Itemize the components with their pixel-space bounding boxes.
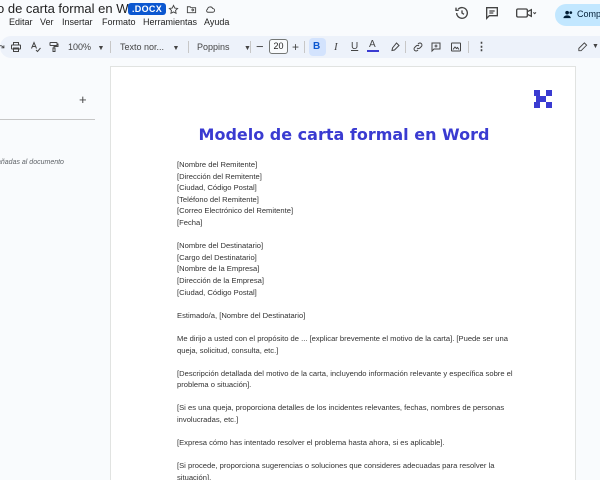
- menu-editar[interactable]: Editar: [9, 17, 33, 27]
- body-paragraph: [Si procede, proporciona sugerencias o s…: [177, 461, 495, 480]
- document-title[interactable]: o de carta formal en Word: [0, 1, 147, 16]
- italic-icon[interactable]: I: [334, 40, 338, 54]
- text-color-icon[interactable]: A: [367, 40, 379, 54]
- increase-font-size-icon[interactable]: +: [292, 40, 299, 54]
- body-paragraph: [Descripción detallada del motivo de la …: [177, 368, 513, 390]
- outline-hint-line: añadas al documento: [0, 159, 64, 166]
- toolbar-divider: [250, 41, 251, 53]
- menu-ayuda[interactable]: Ayuda: [204, 17, 229, 27]
- paint-format-icon[interactable]: [48, 40, 60, 54]
- zoom-dropdown-icon: ▼: [97, 45, 105, 52]
- font-size-input[interactable]: 20: [269, 39, 288, 54]
- greeting-line: Estimado/a, [Nombre del Destinatario]: [177, 310, 306, 320]
- move-folder-icon[interactable]: [186, 2, 200, 16]
- sender-line: [Fecha]: [177, 217, 203, 227]
- version-history-icon[interactable]: [454, 5, 470, 21]
- brand-logo: [534, 90, 552, 108]
- underline-icon[interactable]: U: [351, 40, 358, 54]
- redo-icon[interactable]: [0, 40, 6, 54]
- toolbar-divider: [110, 41, 111, 53]
- meet-video-icon[interactable]: [515, 5, 537, 21]
- document-body: [Nombre del Remitente] [Dirección del Re…: [177, 159, 517, 480]
- print-icon[interactable]: [10, 40, 22, 54]
- sender-line: [Dirección del Remitente]: [177, 171, 262, 181]
- more-options-icon[interactable]: ⋮: [476, 40, 487, 54]
- menu-herramientas[interactable]: Herramientas: [143, 17, 197, 27]
- recipient-line: [Cargo del Destinatario]: [177, 252, 257, 262]
- add-comment-icon[interactable]: [430, 40, 442, 54]
- spellcheck-icon[interactable]: [30, 40, 42, 54]
- insert-image-icon[interactable]: [450, 40, 462, 54]
- document-heading: Modelo de carta formal en Word: [198, 125, 490, 144]
- toolbar-divider: [304, 41, 305, 53]
- outline-hint-text: añadas al documento í: [0, 157, 64, 179]
- toolbar-divider: [405, 41, 406, 53]
- add-tab-icon[interactable]: +: [79, 93, 89, 106]
- recipient-line: [Nombre de la Empresa]: [177, 264, 260, 274]
- font-family-select[interactable]: Poppins ▼: [197, 40, 251, 54]
- title-bar: o de carta formal en Word .DOCX Editar V…: [0, 0, 600, 33]
- editing-mode-icon[interactable]: [577, 40, 588, 54]
- toolbar-divider: [468, 41, 469, 53]
- body-paragraph: [Si es una queja, proporciona detalles d…: [177, 403, 505, 425]
- style-dropdown-icon: ▼: [172, 45, 180, 52]
- sender-line: [Teléfono del Remitente]: [177, 194, 259, 204]
- font-family-value: Poppins: [197, 42, 230, 52]
- menu-formato[interactable]: Formato: [102, 17, 136, 27]
- decrease-font-size-icon[interactable]: −: [256, 40, 264, 54]
- cloud-saved-icon[interactable]: [204, 2, 218, 16]
- zoom-select[interactable]: 100% ▼: [68, 40, 104, 54]
- editing-mode-dropdown-icon[interactable]: ▼: [592, 40, 599, 54]
- insert-link-icon[interactable]: [412, 40, 424, 54]
- formatting-toolbar: 100% ▼ Texto nor... ▼ Poppins ▼ − 20 + B…: [0, 36, 600, 58]
- bold-icon[interactable]: B: [313, 40, 320, 54]
- paragraph-style-value: Texto nor...: [120, 42, 165, 52]
- document-page[interactable]: Modelo de carta formal en Word [Nombre d…: [110, 66, 576, 480]
- body-paragraph: [Expresa cómo has intentado resolver el …: [177, 438, 445, 448]
- comments-icon[interactable]: [484, 5, 500, 21]
- menu-ver[interactable]: Ver: [40, 17, 54, 27]
- toolbar-divider: [188, 41, 189, 53]
- recipient-line: [Ciudad, Código Postal]: [177, 287, 257, 297]
- menu-insertar[interactable]: Insertar: [62, 17, 93, 27]
- docs-editor-window: o de carta formal en Word .DOCX Editar V…: [0, 0, 600, 480]
- recipient-line: [Nombre del Destinatario]: [177, 241, 264, 251]
- file-type-badge: .DOCX: [128, 3, 167, 15]
- share-button-label: Comp: [577, 9, 600, 19]
- share-button[interactable]: Comp: [555, 4, 600, 26]
- sender-line: [Ciudad, Código Postal]: [177, 183, 257, 193]
- paragraph-style-select[interactable]: Texto nor... ▼: [120, 40, 179, 54]
- sender-line: [Correo Electrónico del Remitente]: [177, 206, 294, 216]
- sender-line: [Nombre del Remitente]: [177, 160, 258, 169]
- recipient-line: [Dirección de la Empresa]: [177, 275, 264, 285]
- body-paragraph: Me dirijo a usted con el propósito de ..…: [177, 333, 508, 355]
- zoom-value: 100%: [68, 42, 92, 52]
- highlight-color-icon[interactable]: [389, 40, 401, 54]
- outline-hint-line: í: [0, 168, 64, 179]
- star-icon[interactable]: [168, 2, 182, 16]
